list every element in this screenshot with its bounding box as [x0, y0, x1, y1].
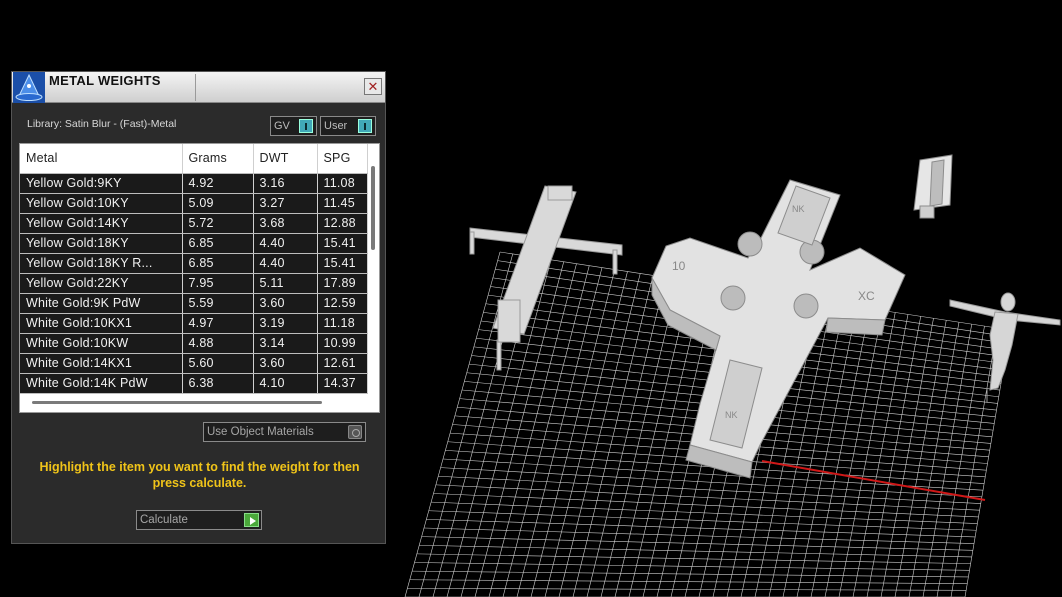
- panel-titlebar[interactable]: METAL WEIGHTS ✕: [12, 72, 385, 103]
- model-label-3: NK: [792, 204, 805, 214]
- grid-line: [922, 324, 973, 597]
- cell-metal: White Gold:10KX1: [20, 313, 183, 334]
- cell-spg: 11.45: [317, 193, 368, 214]
- corpus-figure: [949, 292, 1061, 402]
- table-row[interactable]: Yellow Gold:22KY 7.95 5.11 17.89: [20, 273, 368, 294]
- gv-toggle-button[interactable]: GV: [270, 116, 317, 136]
- close-button[interactable]: ✕: [364, 78, 382, 95]
- cell-grams: 5.60: [182, 353, 254, 374]
- cell-dwt: 5.11: [253, 273, 318, 294]
- cell-dwt: 3.60: [253, 293, 318, 314]
- titlebar-divider: [195, 74, 196, 101]
- cell-metal: White Gold:14K PdW: [20, 373, 183, 394]
- instruction-text: Highlight the item you want to find the …: [39, 460, 360, 490]
- cell-metal: Yellow Gold:18KY: [20, 233, 183, 254]
- table-row[interactable]: Yellow Gold:18KY R... 6.85 4.40 15.41: [20, 253, 368, 274]
- cell-spg: 11.08: [317, 173, 368, 194]
- cell-dwt: 4.40: [253, 233, 318, 254]
- wizard-hat-icon: [13, 72, 45, 103]
- grid-line: [894, 320, 947, 597]
- grid-line: [936, 326, 985, 597]
- cell-spg: 14.37: [317, 373, 368, 394]
- cell-grams: 6.85: [182, 253, 254, 274]
- cell-dwt: 3.16: [253, 173, 318, 194]
- play-icon: [244, 513, 259, 527]
- cell-grams: 5.09: [182, 193, 254, 214]
- user-label: User: [324, 120, 348, 132]
- table-row[interactable]: Yellow Gold:18KY 6.85 4.40 15.41: [20, 233, 368, 254]
- cell-dwt: 3.60: [253, 353, 318, 374]
- cell-dwt: 4.10: [253, 373, 318, 394]
- column-header-spg[interactable]: SPG: [317, 144, 368, 174]
- cell-grams: 6.85: [182, 233, 254, 254]
- close-icon: ✕: [367, 79, 379, 94]
- cell-grams: 6.38: [182, 373, 254, 394]
- cell-metal: White Gold:10KW: [20, 333, 183, 354]
- grid-line: [950, 327, 998, 597]
- cell-spg: 12.61: [317, 353, 368, 374]
- cell-grams: 7.95: [182, 273, 254, 294]
- cell-metal: Yellow Gold:18KY R...: [20, 253, 183, 274]
- model-label-2: XC: [858, 289, 875, 303]
- cell-grams: 5.72: [182, 213, 254, 234]
- cell-dwt: 4.40: [253, 253, 318, 274]
- panel-title: METAL WEIGHTS: [49, 73, 161, 88]
- cell-metal: Yellow Gold:9KY: [20, 173, 183, 194]
- column-header-grams[interactable]: Grams: [182, 144, 254, 174]
- table-row[interactable]: Yellow Gold:14KY 5.72 3.68 12.88: [20, 213, 368, 234]
- column-header-dwt[interactable]: DWT: [253, 144, 318, 174]
- cell-grams: 4.88: [182, 333, 254, 354]
- user-toggle-button[interactable]: User: [320, 116, 376, 136]
- cell-spg: 12.88: [317, 213, 368, 234]
- cell-dwt: 3.68: [253, 213, 318, 234]
- calculate-label: Calculate: [140, 514, 188, 526]
- table-row[interactable]: White Gold:10KW 4.88 3.14 10.99: [20, 333, 368, 354]
- column-header-metal[interactable]: Metal: [20, 144, 183, 174]
- metal-weights-table[interactable]: Metal Grams DWT SPG Yellow Gold:9KY 4.92 3…: [19, 143, 380, 413]
- table-row[interactable]: White Gold:10KX1 4.97 3.19 11.18: [20, 313, 368, 334]
- table-row[interactable]: White Gold:9K PdW 5.59 3.60 12.59: [20, 293, 368, 314]
- calculate-button[interactable]: Calculate: [136, 510, 262, 530]
- table-row[interactable]: Yellow Gold:9KY 4.92 3.16 11.08: [20, 173, 368, 194]
- cell-spg: 11.18: [317, 313, 368, 334]
- gv-label: GV: [274, 120, 290, 132]
- model-label-1: 10: [672, 259, 686, 273]
- table-row[interactable]: White Gold:14KX1 5.60 3.60 12.61: [20, 353, 368, 374]
- cell-spg: 12.59: [317, 293, 368, 314]
- table-header-row: Metal Grams DWT SPG: [20, 144, 368, 174]
- cell-spg: 17.89: [317, 273, 368, 294]
- table-row[interactable]: Yellow Gold:10KY 5.09 3.27 11.45: [20, 193, 368, 214]
- table-row[interactable]: White Gold:14K PdW 6.38 4.10 14.37: [20, 373, 368, 394]
- cell-dwt: 3.14: [253, 333, 318, 354]
- toggle-indicator-icon: [299, 119, 313, 133]
- cell-dwt: 3.27: [253, 193, 318, 214]
- cell-dwt: 3.19: [253, 313, 318, 334]
- cell-spg: 15.41: [317, 233, 368, 254]
- cell-metal: White Gold:9K PdW: [20, 293, 183, 314]
- radio-icon: [348, 425, 362, 439]
- mold-part-top-piece: [913, 154, 953, 219]
- grid-line: [908, 322, 960, 597]
- horizontal-scrollbar[interactable]: [32, 401, 322, 404]
- cell-metal: Yellow Gold:14KY: [20, 213, 183, 234]
- cell-spg: 15.41: [317, 253, 368, 274]
- vertical-scrollbar[interactable]: [371, 166, 375, 250]
- cell-grams: 4.97: [182, 313, 254, 334]
- use-object-materials-toggle[interactable]: Use Object Materials: [203, 422, 366, 442]
- model-label-4: NK: [725, 410, 738, 420]
- toggle-indicator-icon: [358, 119, 372, 133]
- cell-metal: Yellow Gold:10KY: [20, 193, 183, 214]
- cell-grams: 4.92: [182, 173, 254, 194]
- cell-spg: 10.99: [317, 333, 368, 354]
- cell-metal: White Gold:14KX1: [20, 353, 183, 374]
- cell-metal: Yellow Gold:22KY: [20, 273, 183, 294]
- library-label: Library: Satin Blur - (Fast)-Metal: [27, 118, 177, 130]
- metal-weights-panel: METAL WEIGHTS ✕ Library: Satin Blur - (F…: [11, 71, 386, 544]
- cell-grams: 5.59: [182, 293, 254, 314]
- use-object-materials-label: Use Object Materials: [207, 426, 314, 438]
